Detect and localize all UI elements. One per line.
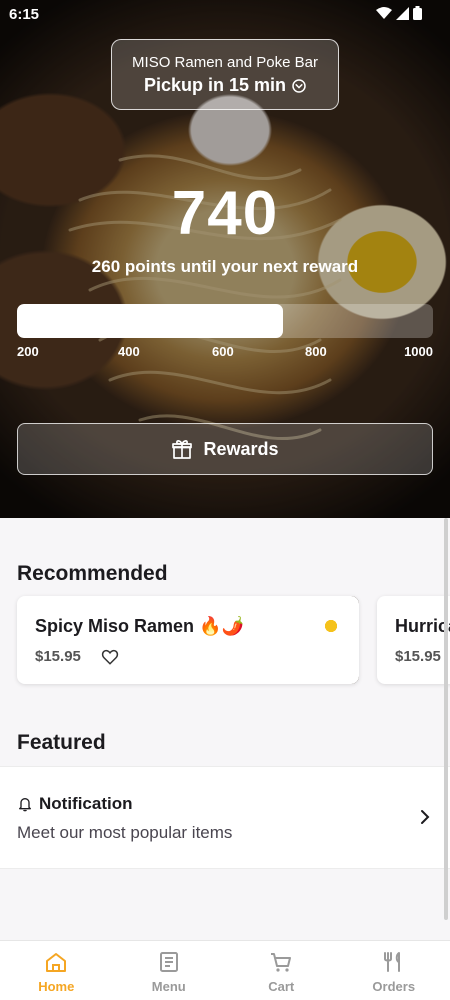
- nav-label: Cart: [268, 979, 295, 994]
- item-name: Hurrica: [395, 616, 450, 636]
- fork-knife-icon: [383, 952, 400, 972]
- chevron-right-icon: [421, 810, 430, 824]
- nav-item-menu[interactable]: Menu: [113, 941, 226, 1000]
- home-icon: [46, 953, 67, 972]
- bell-icon: [19, 798, 31, 812]
- rewards-progress-bar: [17, 304, 433, 338]
- pickup-time: Pickup in 15 min: [144, 75, 306, 96]
- status-icons: [376, 6, 422, 20]
- scrollbar[interactable]: [444, 518, 448, 920]
- wifi-icon: [376, 6, 392, 19]
- nav-item-cart[interactable]: Cart: [225, 941, 338, 1000]
- nav-label: Orders: [372, 979, 416, 994]
- progress-ticks: 200 400 600 800 1000: [17, 344, 433, 360]
- item-price: $15.95: [35, 648, 81, 665]
- status-time: 6:15: [9, 6, 40, 23]
- rewards-button-label: Rewards: [203, 438, 279, 459]
- item-image: [271, 596, 359, 684]
- bottom-navigation: Home Menu Cart Orders: [0, 940, 450, 1000]
- gift-icon: [172, 440, 193, 459]
- nav-item-home[interactable]: Home: [0, 941, 113, 1000]
- recommended-card[interactable]: Hurrica $15.95: [377, 596, 450, 684]
- rewards-button[interactable]: Rewards: [17, 423, 433, 475]
- item-price: $15.95: [395, 648, 441, 665]
- cart-icon: [271, 953, 292, 972]
- item-name: Spicy Miso Ramen 🔥🌶️: [35, 616, 244, 636]
- recommended-title: Recommended: [17, 562, 168, 585]
- featured-title: Featured: [17, 731, 106, 754]
- points-balance: 740: [171, 179, 279, 248]
- tick-label: 1000: [404, 344, 433, 359]
- points-message: 260 points until your next reward: [91, 257, 359, 276]
- status-bar: 6:15: [0, 0, 450, 28]
- tick-label: 600: [212, 344, 234, 359]
- featured-item[interactable]: Notification Meet our most popular items: [0, 766, 450, 869]
- tick-label: 200: [17, 344, 39, 359]
- nav-label: Menu: [151, 979, 186, 994]
- home-content[interactable]: Recommended Spicy Miso Ramen 🔥🌶️ $15.95 …: [0, 518, 450, 940]
- rewards-progress-fill: [17, 304, 284, 338]
- featured-item-label: Notification: [39, 794, 133, 813]
- recommended-card[interactable]: Spicy Miso Ramen 🔥🌶️ $15.95: [17, 596, 359, 684]
- hero-banner: 6:15 MISO Ramen and Poke Bar Pickup in 1…: [0, 0, 450, 518]
- nav-label: Home: [38, 979, 75, 994]
- tick-label: 800: [305, 344, 327, 359]
- featured-item-subtitle: Meet our most popular items: [17, 823, 233, 842]
- menu-icon: [159, 952, 178, 972]
- pickup-label: Pickup in 15 min: [143, 75, 287, 95]
- battery-icon: [413, 6, 422, 20]
- store-name: MISO Ramen and Poke Bar: [132, 54, 318, 71]
- tick-label: 400: [118, 344, 140, 359]
- store-selector[interactable]: MISO Ramen and Poke Bar Pickup in 15 min: [111, 39, 339, 110]
- signal-icon: [396, 6, 409, 20]
- chevron-circle-icon: [292, 78, 306, 93]
- nav-item-orders[interactable]: Orders: [338, 941, 450, 1000]
- featured-item-title: Notification: [17, 794, 133, 814]
- heart-icon[interactable]: [101, 648, 119, 666]
